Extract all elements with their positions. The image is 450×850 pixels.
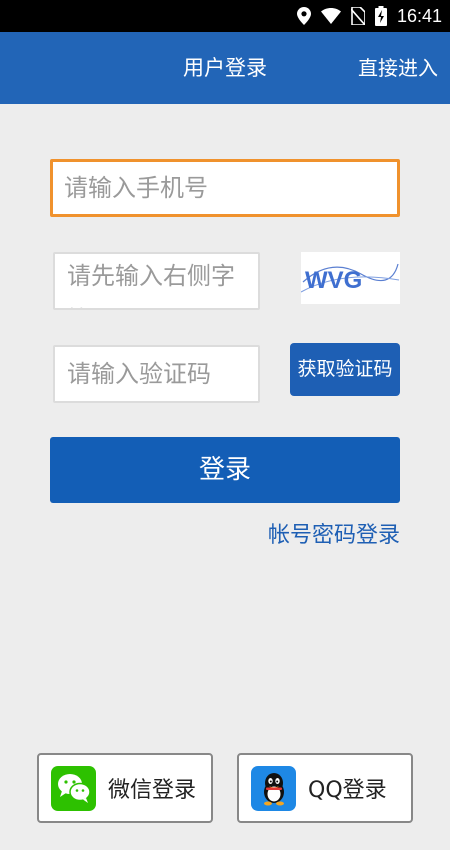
- account-password-login-link[interactable]: 帐号密码登录: [268, 517, 400, 549]
- wechat-login-label: 微信登录: [108, 778, 197, 803]
- location-icon: [296, 7, 311, 25]
- status-time: 16:41: [396, 5, 442, 26]
- app-bar: 用户登录 直接进入: [0, 32, 450, 104]
- qq-icon: [251, 765, 296, 811]
- captcha-text: WVG: [305, 267, 362, 294]
- get-code-button[interactable]: 获取验证码: [290, 343, 400, 396]
- captcha-image[interactable]: WVG: [300, 252, 400, 304]
- wechat-login-button[interactable]: 微信登录: [37, 753, 213, 823]
- status-bar: 16:41: [0, 0, 450, 32]
- sms-code-input[interactable]: 请输入验证码: [53, 345, 260, 403]
- qq-login-label: QQ登录: [308, 778, 387, 803]
- wifi-icon: [320, 8, 341, 24]
- captcha-placeholder: 请先输入右侧字符: [67, 262, 235, 308]
- wechat-icon: [51, 765, 96, 811]
- qq-login-button[interactable]: QQ登录: [237, 753, 413, 823]
- captcha-graphic: WVG: [300, 263, 400, 294]
- login-button[interactable]: 登录: [50, 437, 400, 503]
- phone-input[interactable]: 请输入手机号: [50, 159, 400, 217]
- direct-enter-button[interactable]: 直接进入: [358, 32, 438, 104]
- no-sim-icon: [350, 7, 365, 25]
- captcha-input[interactable]: 请先输入右侧字符: [53, 252, 260, 310]
- battery-charging-icon: [374, 6, 387, 26]
- phone-placeholder: 请输入手机号: [64, 174, 208, 202]
- sms-code-placeholder: 请输入验证码: [67, 360, 211, 388]
